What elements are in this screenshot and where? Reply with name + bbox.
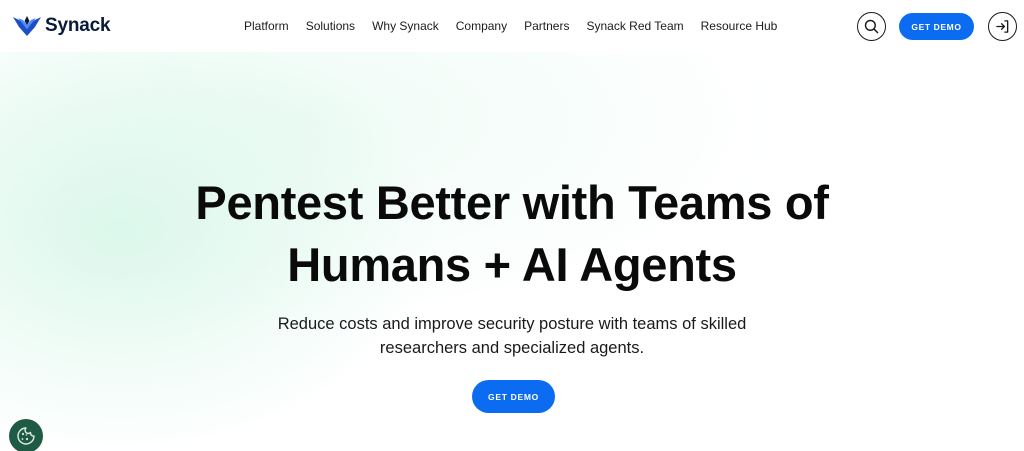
header-get-demo-button[interactable]: GET DEMO (899, 13, 974, 40)
nav-company[interactable]: Company (456, 19, 507, 33)
page: Synack Platform Solutions Why Synack Com… (0, 0, 1024, 451)
cookie-settings-button[interactable] (9, 419, 43, 451)
hero-title-line-1: Pentest Better with Teams of (195, 176, 829, 229)
nav-why-synack[interactable]: Why Synack (372, 19, 439, 33)
nav-synack-red-team[interactable]: Synack Red Team (586, 19, 683, 33)
cookie-icon (17, 427, 35, 445)
hero-title: Pentest Better with Teams of Humans + AI… (0, 172, 1024, 296)
login-button[interactable] (988, 12, 1017, 41)
login-icon (996, 20, 1009, 33)
site-header: Synack Platform Solutions Why Synack Com… (0, 0, 1024, 52)
hero-get-demo-button[interactable]: GET DEMO (472, 380, 555, 413)
hero-title-line-2: Humans + AI Agents (287, 238, 737, 291)
logo-text: Synack (45, 15, 111, 36)
synack-logo[interactable]: Synack (12, 13, 111, 39)
nav-resource-hub[interactable]: Resource Hub (701, 19, 778, 33)
hero-subtitle: Reduce costs and improve security postur… (0, 312, 1024, 360)
synack-logo-icon (13, 16, 41, 36)
nav-partners[interactable]: Partners (524, 19, 569, 33)
nav-solutions[interactable]: Solutions (306, 19, 355, 33)
search-button[interactable] (857, 12, 886, 41)
main-nav: Platform Solutions Why Synack Company Pa… (244, 0, 794, 52)
hero-subtitle-line-2: researchers and specialized agents. (379, 339, 645, 357)
hero-subtitle-line-1: Reduce costs and improve security postur… (277, 315, 747, 333)
nav-platform[interactable]: Platform (244, 19, 289, 33)
search-icon (864, 19, 879, 34)
